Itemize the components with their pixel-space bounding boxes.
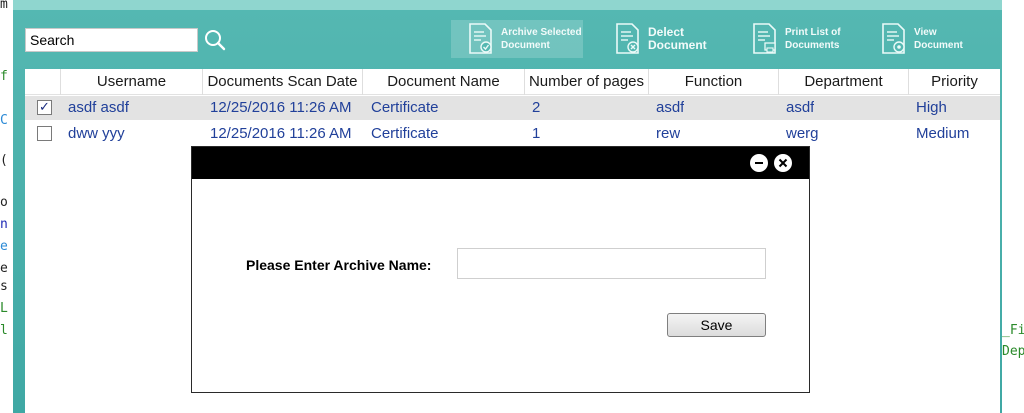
- delete-button-label: Delect Document: [648, 25, 707, 52]
- code-line: Dep: [1002, 344, 1024, 359]
- delete-document-button[interactable]: Delect Document: [614, 20, 734, 58]
- cell-username: dww yyy: [68, 125, 125, 142]
- cell-document-name: Certificate: [371, 125, 439, 142]
- close-icon: [778, 158, 788, 168]
- background-code-editor-left: m f C ( o n e e s L l: [0, 0, 13, 413]
- code-line: s: [0, 279, 8, 294]
- cell-pages: 2: [532, 99, 541, 116]
- row-checkbox[interactable]: [37, 126, 52, 141]
- print-button-label: Print List of Documents: [785, 27, 841, 51]
- code-line: l: [0, 323, 8, 338]
- archive-selected-document-button[interactable]: Archive Selected Document: [451, 20, 583, 58]
- cell-scan-date: 12/25/2016 11:26 AM: [210, 125, 352, 142]
- view-document-button[interactable]: View Document: [880, 20, 990, 58]
- cell-document-name: Certificate: [371, 99, 439, 116]
- code-line: o: [0, 195, 8, 210]
- column-header-document-name[interactable]: Document Name: [363, 69, 525, 95]
- close-button[interactable]: [774, 154, 792, 172]
- archive-name-dialog: Please Enter Archive Name: Save: [191, 146, 810, 393]
- document-check-icon: [469, 23, 492, 54]
- code-line: L: [0, 301, 8, 316]
- document-view-icon: [882, 23, 905, 54]
- cell-username: asdf asdf: [68, 99, 129, 116]
- column-header-number-of-pages[interactable]: Number of pages: [525, 69, 649, 95]
- archive-name-input[interactable]: [457, 248, 766, 279]
- code-line: (: [0, 153, 8, 168]
- dialog-titlebar[interactable]: [192, 147, 809, 179]
- cell-priority: Medium: [916, 125, 970, 142]
- table-row[interactable]: ✓ asdf asdf 12/25/2016 11:26 AM Certific…: [25, 96, 1000, 120]
- search-input[interactable]: [25, 28, 198, 52]
- archive-name-label: Please Enter Archive Name:: [246, 257, 432, 273]
- window-top-edge: [13, 0, 1002, 10]
- cell-function: asdf: [656, 99, 685, 116]
- code-line: n: [0, 217, 8, 232]
- column-header-username[interactable]: Username: [61, 69, 203, 95]
- cell-department: asdf: [786, 99, 815, 116]
- code-line: C: [0, 113, 8, 128]
- code-line: _Fi: [1002, 323, 1024, 338]
- table-row[interactable]: dww yyy 12/25/2016 11:26 AM Certificate …: [25, 122, 1000, 146]
- cell-priority: High: [916, 99, 947, 116]
- table-header: Username Documents Scan Date Document Na…: [25, 69, 1000, 95]
- code-line: m: [0, 0, 8, 12]
- column-header-priority[interactable]: Priority: [909, 69, 1000, 95]
- archive-button-label: Archive Selected Document: [501, 27, 582, 51]
- minimize-button[interactable]: [750, 154, 768, 172]
- print-list-button[interactable]: Print List of Documents: [751, 20, 871, 58]
- save-button[interactable]: Save: [667, 313, 766, 337]
- header-checkbox-column: [25, 69, 61, 95]
- column-header-function[interactable]: Function: [649, 69, 779, 95]
- minimize-icon: [755, 162, 763, 164]
- cell-function: rew: [656, 125, 681, 142]
- background-code-editor-right: _Fi Dep: [1002, 0, 1024, 413]
- cell-pages: 1: [532, 125, 541, 142]
- document-delete-icon: [616, 23, 639, 54]
- cell-scan-date: 12/25/2016 11:26 AM: [210, 99, 352, 116]
- code-line: f: [0, 69, 8, 84]
- search-icon[interactable]: [203, 28, 227, 52]
- document-print-icon: [753, 23, 776, 54]
- column-header-department[interactable]: Department: [779, 69, 909, 95]
- view-button-label: View Document: [914, 27, 963, 51]
- column-header-scan-date[interactable]: Documents Scan Date: [203, 69, 363, 95]
- cell-department: werg: [786, 125, 819, 142]
- code-line: e: [0, 239, 8, 254]
- row-checkbox[interactable]: ✓: [37, 100, 52, 115]
